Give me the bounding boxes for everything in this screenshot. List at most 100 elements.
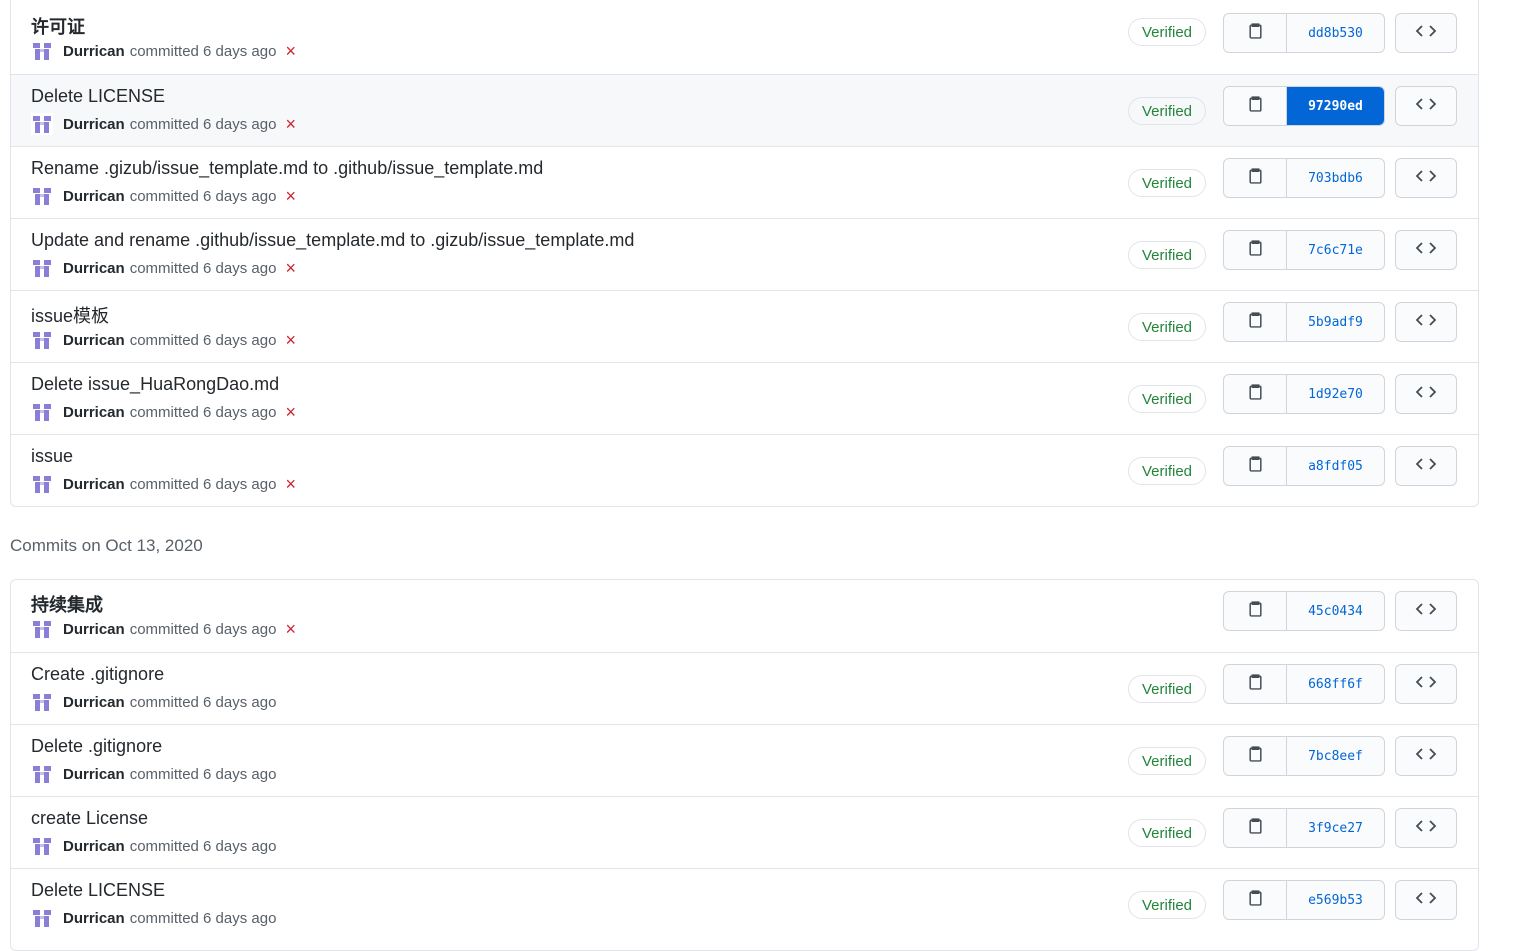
- author-link[interactable]: Durrican: [63, 188, 125, 205]
- sha-link[interactable]: 703bdb6: [1287, 159, 1384, 197]
- author-link[interactable]: Durrican: [63, 476, 125, 493]
- copy-sha-button[interactable]: [1224, 375, 1287, 413]
- commit-row: Delete LICENSE Durrican committed 6 days a…: [11, 868, 1478, 940]
- sha-link[interactable]: 1d92e70: [1287, 375, 1384, 413]
- status-failed-icon[interactable]: ×: [285, 115, 296, 133]
- browse-repo-button[interactable]: [1395, 13, 1457, 53]
- status-failed-icon[interactable]: ×: [285, 187, 296, 205]
- browse-repo-button[interactable]: [1395, 664, 1457, 704]
- commit-title-link[interactable]: Delete LICENSE: [31, 86, 165, 107]
- sha-link[interactable]: 5b9adf9: [1287, 303, 1384, 341]
- verified-badge[interactable]: Verified: [1128, 819, 1206, 847]
- avatar[interactable]: [31, 185, 53, 207]
- copy-sha-button[interactable]: [1224, 303, 1287, 341]
- avatar[interactable]: [31, 763, 53, 785]
- author-link[interactable]: Durrican: [63, 43, 125, 60]
- status-failed-icon[interactable]: ×: [285, 42, 296, 60]
- commit-meta: Durrican committed 6 days ago ×: [31, 113, 296, 135]
- code-icon: [1415, 313, 1437, 332]
- status-failed-icon[interactable]: ×: [285, 475, 296, 493]
- author-link[interactable]: Durrican: [63, 910, 125, 927]
- author-link[interactable]: Durrican: [63, 404, 125, 421]
- avatar[interactable]: [31, 401, 53, 423]
- avatar[interactable]: [31, 907, 53, 929]
- verified-badge[interactable]: Verified: [1128, 457, 1206, 485]
- author-link[interactable]: Durrican: [63, 838, 125, 855]
- browse-repo-button[interactable]: [1395, 86, 1457, 126]
- commit-title-link[interactable]: 持续集成: [31, 591, 103, 617]
- verified-badge[interactable]: Verified: [1128, 747, 1206, 775]
- browse-repo-button[interactable]: [1395, 808, 1457, 848]
- copy-sha-button[interactable]: [1224, 881, 1287, 919]
- sha-link[interactable]: 668ff6f: [1287, 665, 1384, 703]
- author-link[interactable]: Durrican: [63, 332, 125, 349]
- author-link[interactable]: Durrican: [63, 766, 125, 783]
- status-failed-icon[interactable]: ×: [285, 331, 296, 349]
- commit-title-link[interactable]: 许可证: [31, 13, 85, 39]
- copy-sha-button[interactable]: [1224, 809, 1287, 847]
- avatar[interactable]: [31, 835, 53, 857]
- verified-badge[interactable]: Verified: [1128, 241, 1206, 269]
- commit-title-link[interactable]: create License: [31, 808, 148, 829]
- verified-badge[interactable]: Verified: [1128, 675, 1206, 703]
- verified-badge[interactable]: Verified: [1128, 891, 1206, 919]
- commit-title-link[interactable]: issue: [31, 446, 73, 467]
- copy-sha-button[interactable]: [1224, 665, 1287, 703]
- browse-repo-button[interactable]: [1395, 374, 1457, 414]
- copy-sha-button[interactable]: [1224, 14, 1287, 52]
- browse-repo-button[interactable]: [1395, 591, 1457, 631]
- avatar[interactable]: [31, 113, 53, 135]
- avatar[interactable]: [31, 257, 53, 279]
- avatar[interactable]: [31, 691, 53, 713]
- author-link[interactable]: Durrican: [63, 694, 125, 711]
- author-link[interactable]: Durrican: [63, 621, 125, 638]
- browse-repo-button[interactable]: [1395, 230, 1457, 270]
- commit-title-link[interactable]: issue模板: [31, 302, 109, 328]
- sha-button-group: 45c0434: [1223, 591, 1385, 631]
- verified-badge[interactable]: Verified: [1128, 169, 1206, 197]
- status-failed-icon[interactable]: ×: [285, 259, 296, 277]
- verified-badge[interactable]: Verified: [1128, 313, 1206, 341]
- status-failed-icon[interactable]: ×: [285, 620, 296, 638]
- sha-link[interactable]: dd8b530: [1287, 14, 1384, 52]
- copy-sha-button[interactable]: [1224, 592, 1287, 630]
- sha-link[interactable]: a8fdf05: [1287, 447, 1384, 485]
- copy-sha-button[interactable]: [1224, 87, 1287, 125]
- sha-link[interactable]: 7c6c71e: [1287, 231, 1384, 269]
- avatar[interactable]: [31, 329, 53, 351]
- commit-title-link[interactable]: Delete .gitignore: [31, 736, 162, 757]
- browse-repo-button[interactable]: [1395, 158, 1457, 198]
- commit-title-link[interactable]: Create .gitignore: [31, 664, 164, 685]
- status-failed-icon[interactable]: ×: [285, 403, 296, 421]
- copy-sha-button[interactable]: [1224, 737, 1287, 775]
- commit-row: 持续集成 Durrican committed 6 days ago × 45c0434: [11, 580, 1478, 652]
- verified-badge[interactable]: Verified: [1128, 385, 1206, 413]
- verified-badge[interactable]: Verified: [1128, 97, 1206, 125]
- clipboard-icon: [1247, 673, 1264, 695]
- browse-repo-button[interactable]: [1395, 446, 1457, 486]
- commit-title-link[interactable]: Delete issue_HuaRongDao.md: [31, 374, 279, 395]
- avatar[interactable]: [31, 618, 53, 640]
- sha-link[interactable]: 3f9ce27: [1287, 809, 1384, 847]
- copy-sha-button[interactable]: [1224, 159, 1287, 197]
- commit-title-link[interactable]: Update and rename .github/issue_template…: [31, 230, 634, 251]
- author-link[interactable]: Durrican: [63, 260, 125, 277]
- browse-repo-button[interactable]: [1395, 736, 1457, 776]
- copy-sha-button[interactable]: [1224, 231, 1287, 269]
- commit-title-link[interactable]: Delete LICENSE: [31, 880, 165, 901]
- sha-link[interactable]: e569b53: [1287, 881, 1384, 919]
- avatar[interactable]: [31, 40, 53, 62]
- commit-meta: Durrican committed 6 days ago ×: [31, 618, 296, 640]
- browse-repo-button[interactable]: [1395, 880, 1457, 920]
- browse-repo-button[interactable]: [1395, 302, 1457, 342]
- author-link[interactable]: Durrican: [63, 116, 125, 133]
- avatar[interactable]: [31, 473, 53, 495]
- clipboard-icon: [1247, 383, 1264, 405]
- sha-link[interactable]: 97290ed: [1287, 87, 1384, 125]
- commit-meta: Durrican committed 6 days ago ×: [31, 257, 296, 279]
- sha-link[interactable]: 45c0434: [1287, 592, 1384, 630]
- commit-title-link[interactable]: Rename .gizub/issue_template.md to .gith…: [31, 158, 543, 179]
- sha-link[interactable]: 7bc8eef: [1287, 737, 1384, 775]
- verified-badge[interactable]: Verified: [1128, 18, 1206, 46]
- copy-sha-button[interactable]: [1224, 447, 1287, 485]
